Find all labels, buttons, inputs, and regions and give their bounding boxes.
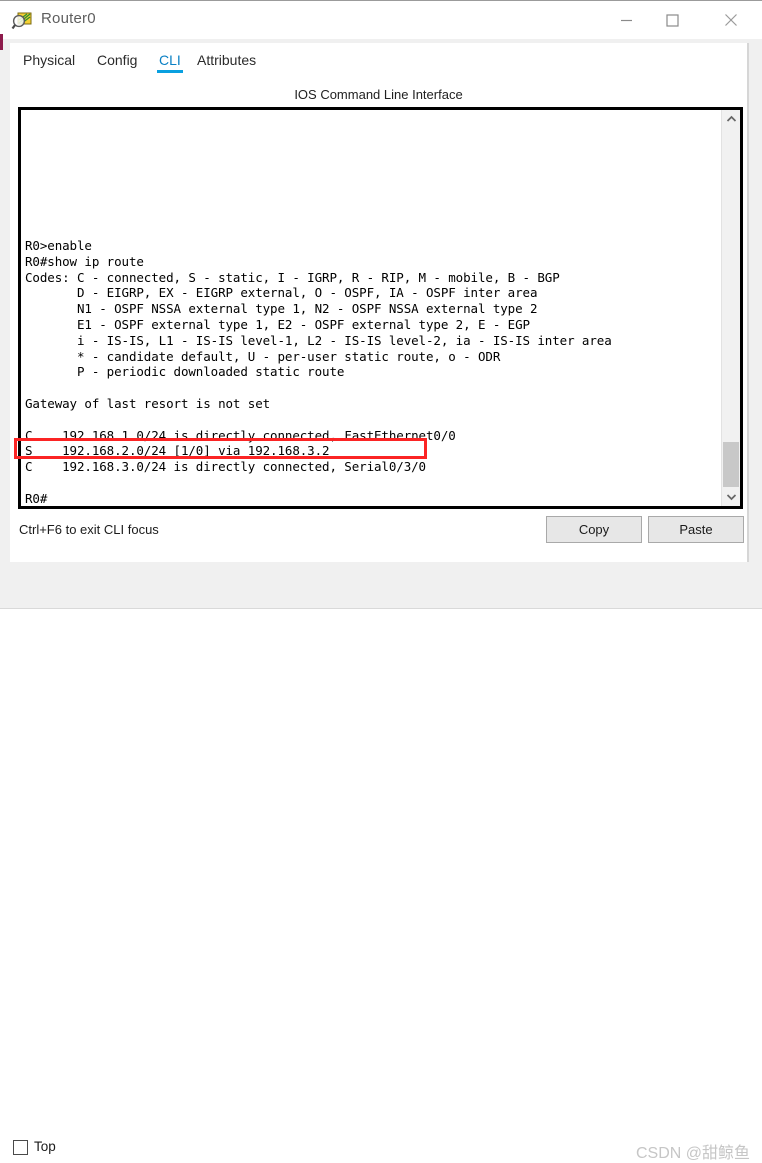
csdn-watermark: CSDN @甜鲸鱼	[635, 1145, 750, 1162]
tab-physical[interactable]: Physical	[21, 50, 77, 73]
scrollbar-thumb[interactable]	[723, 442, 739, 487]
terminal-scrollbar[interactable]	[721, 110, 740, 506]
device-panel: Physical Config CLI Attributes IOS Comma…	[10, 43, 747, 562]
top-checkbox[interactable]	[13, 1140, 28, 1155]
chevron-up-icon	[726, 115, 736, 122]
close-icon	[725, 14, 737, 26]
chevron-down-icon	[726, 494, 736, 501]
cli-terminal-output[interactable]: R0>enable R0#show ip route Codes: C - co…	[21, 110, 721, 506]
scroll-down-button[interactable]	[722, 488, 740, 506]
top-checkbox-label: Top	[34, 1139, 56, 1154]
maximize-button[interactable]	[649, 1, 695, 39]
router-cli-window: Router0 Physical Config CLI Attributes I…	[0, 0, 762, 1162]
cli-focus-hint: Ctrl+F6 to exit CLI focus	[19, 522, 159, 537]
tab-strip: Physical Config CLI Attributes	[10, 43, 747, 78]
minimize-button[interactable]	[603, 1, 649, 39]
left-accent-stripe	[0, 34, 3, 50]
copy-button[interactable]: Copy	[546, 516, 642, 543]
cli-terminal-frame: R0>enable R0#show ip route Codes: C - co…	[18, 107, 743, 509]
window-title: Router0	[41, 10, 96, 27]
tab-config[interactable]: Config	[95, 50, 139, 73]
scroll-up-button[interactable]	[722, 110, 740, 128]
title-bar: Router0	[0, 0, 762, 39]
cli-terminal-text: R0>enable R0#show ip route Codes: C - co…	[25, 238, 612, 506]
panel-edge-shadow	[747, 43, 749, 562]
maximize-icon	[665, 13, 679, 27]
close-button[interactable]	[708, 1, 754, 39]
tab-attributes[interactable]: Attributes	[195, 50, 258, 73]
paste-button[interactable]: Paste	[648, 516, 744, 543]
cli-header-label: IOS Command Line Interface	[294, 87, 463, 102]
tab-cli[interactable]: CLI	[157, 50, 183, 73]
bottom-bar: Top CSDN @甜鲸鱼	[0, 562, 762, 1162]
minimize-icon	[620, 19, 632, 21]
router-magnifier-icon	[11, 10, 33, 32]
